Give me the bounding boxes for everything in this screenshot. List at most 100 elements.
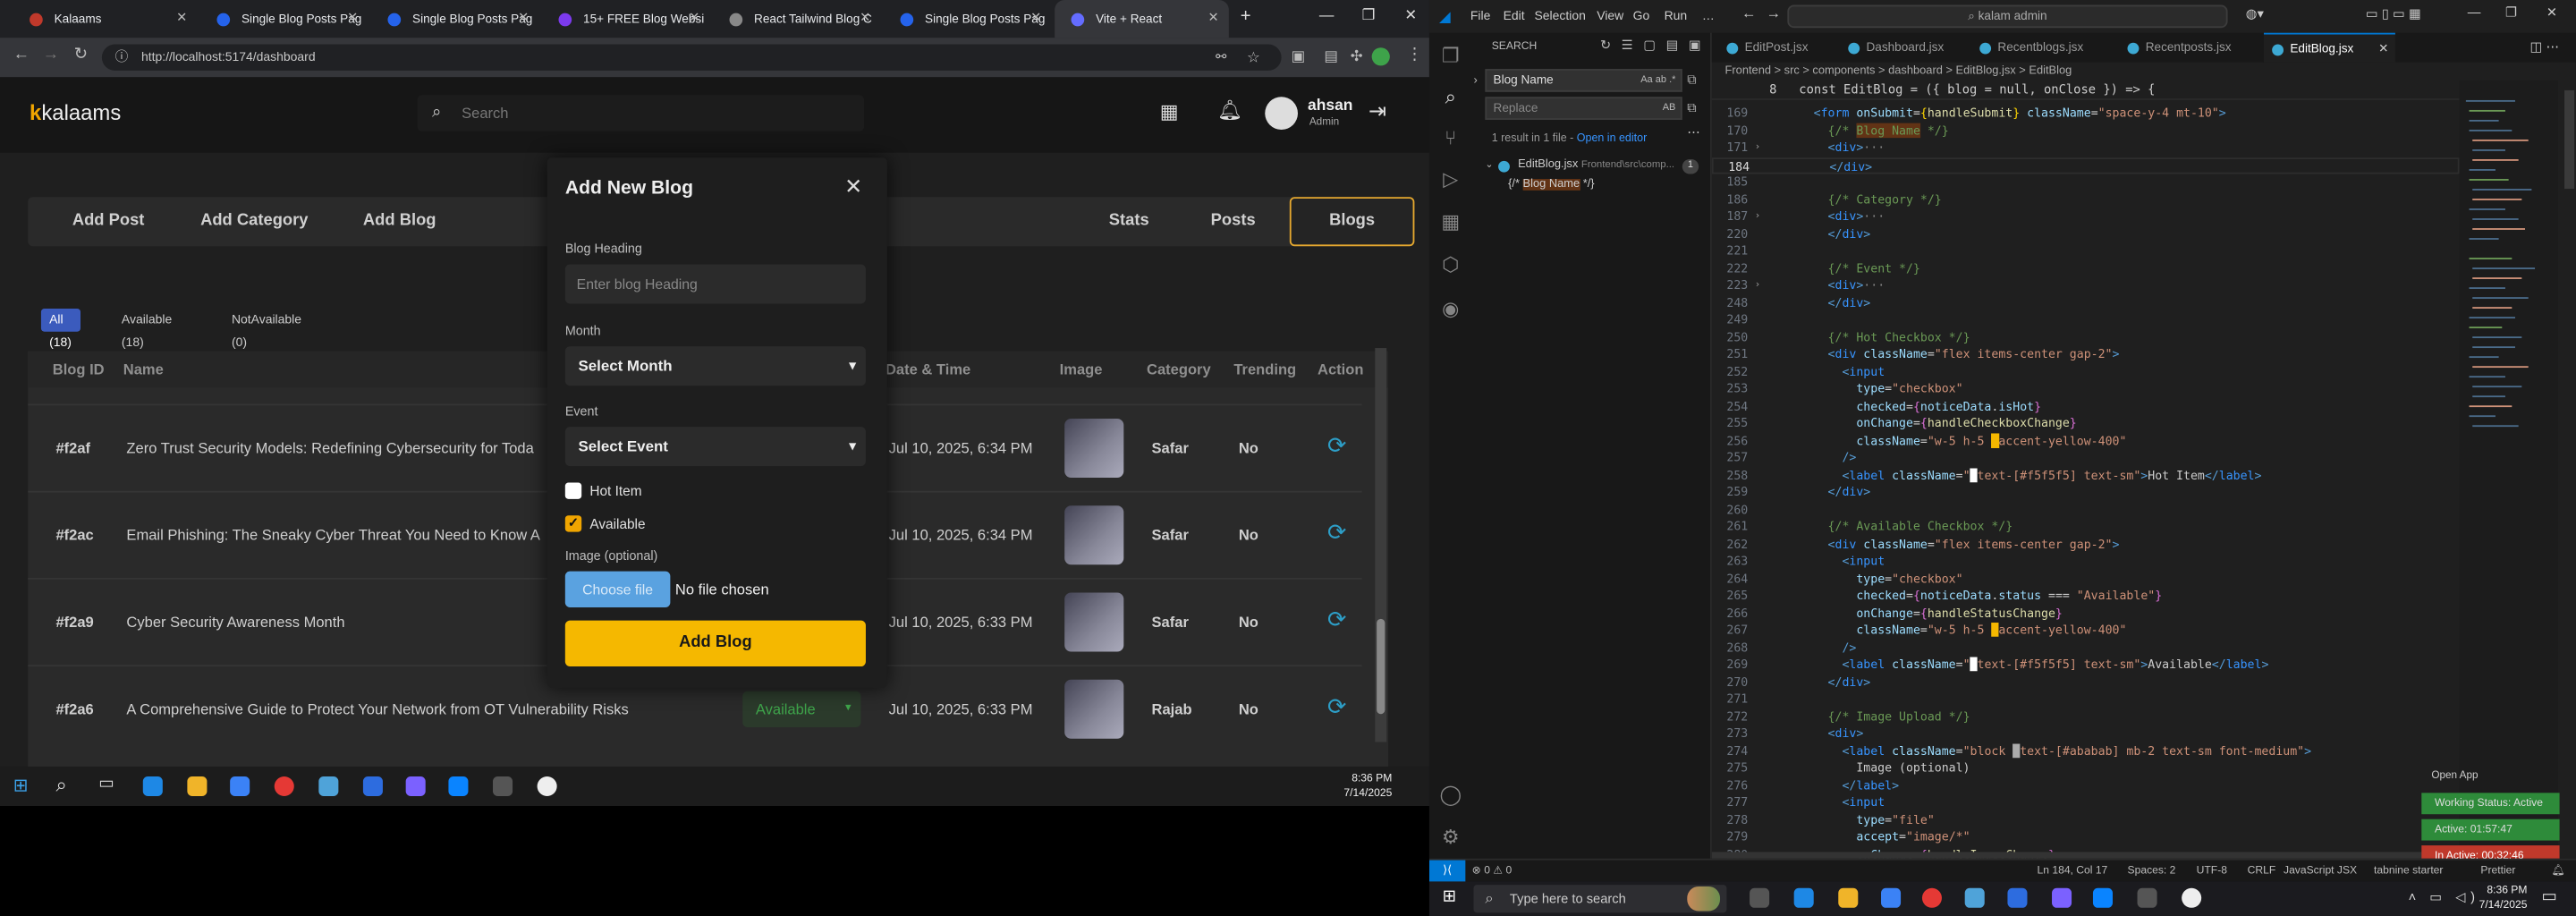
explorer-icon[interactable]: ❐	[1439, 45, 1462, 68]
guest-clock[interactable]: 8:36 PM 7/14/2025	[1343, 771, 1392, 801]
extensions-puzzle-icon[interactable]: ✣	[1351, 47, 1363, 64]
editor-tab[interactable]: EditPost.jsx	[1718, 33, 1836, 63]
terminal-icon[interactable]	[493, 776, 513, 797]
account-icon[interactable]: ◯	[1439, 783, 1462, 806]
editor-tab[interactable]: Recentblogs.jsx	[1971, 33, 2116, 63]
remote-explorer-icon[interactable]: ⬡	[1439, 253, 1462, 276]
column-header[interactable]: Date & Time	[886, 352, 970, 387]
file-explorer-icon[interactable]	[1838, 887, 1859, 908]
column-header[interactable]: Name	[123, 352, 164, 387]
close-window-icon[interactable]: ✕	[2546, 5, 2557, 21]
back-icon[interactable]: ←	[1741, 5, 1757, 21]
windows-start-icon[interactable]: ⊞	[13, 775, 29, 796]
breadcrumb[interactable]: Frontend > src > components > dashboard …	[1725, 63, 2072, 81]
replace-all-icon[interactable]: AB	[1663, 98, 1676, 118]
available-checkbox[interactable]: ✓	[564, 515, 582, 532]
browser-tab[interactable]: 15+ FREE Blog Websi ✕	[542, 0, 709, 38]
menu-selection[interactable]: Selection	[1534, 0, 1585, 33]
search-input[interactable]: ⌕ Search	[417, 95, 865, 131]
open-app-link[interactable]: Open App	[2431, 770, 2478, 782]
host-clock[interactable]: 8:36 PM 7/14/2025	[2479, 885, 2528, 912]
prettier-status[interactable]: Prettier	[2480, 861, 2515, 882]
refresh-icon[interactable]: ⟳	[1327, 692, 1347, 720]
more-icon[interactable]: ⋯	[1687, 124, 1700, 140]
nav-blogs[interactable]: Blogs	[1289, 197, 1415, 247]
extension-icon[interactable]: ▣	[1292, 47, 1306, 64]
search-icon[interactable]: ⌕	[1439, 85, 1462, 108]
profile-avatar-icon[interactable]	[1371, 47, 1390, 66]
editor-tab[interactable]: Recentposts.jsx	[2119, 33, 2260, 63]
forward-icon[interactable]: →	[1766, 5, 1781, 21]
extensions-icon[interactable]: ▦	[1439, 210, 1462, 233]
split-editor-icon[interactable]: ◫ ⋯	[2530, 39, 2560, 55]
column-header[interactable]: Blog ID	[53, 352, 105, 387]
browser-tab[interactable]: Single Blog Posts Pag ✕	[371, 0, 538, 38]
run-debug-icon[interactable]: ▷	[1439, 167, 1462, 191]
add-category-button[interactable]: Add Category	[200, 197, 308, 246]
code-editor[interactable]: 169 <form onSubmit={handleSubmit} classN…	[1711, 99, 2460, 859]
zoom-icon[interactable]	[362, 776, 383, 797]
minimize-icon[interactable]: —	[1319, 6, 1335, 22]
problems-indicator[interactable]: ⊗ 0 ⚠ 0	[1472, 861, 1513, 882]
column-header[interactable]: Category	[1147, 352, 1211, 387]
nav-stats[interactable]: Stats	[1109, 197, 1149, 246]
terminal-icon[interactable]	[2137, 887, 2157, 908]
add-post-button[interactable]: Add Post	[72, 197, 145, 246]
menu-edit[interactable]: Edit	[1504, 0, 1525, 33]
editor-scrollbar[interactable]	[2563, 80, 2576, 859]
column-header[interactable]: Action	[1318, 352, 1363, 387]
notification-center-icon[interactable]: ▭	[2541, 888, 2556, 906]
app-icon[interactable]	[2182, 887, 2202, 908]
search-replace-input[interactable]: Replace AB	[1485, 97, 1682, 120]
logout-icon[interactable]: ⇥	[1368, 98, 1386, 124]
filter-not-available[interactable]: NotAvailable (0)	[224, 309, 309, 350]
new-tab-button[interactable]: +	[1241, 6, 1251, 26]
bookmark-star-icon[interactable]: ☆	[1247, 45, 1260, 71]
app-icon[interactable]	[1964, 887, 1985, 908]
source-control-icon[interactable]: ⑂	[1439, 126, 1462, 149]
windows-start-icon[interactable]: ⊞	[1443, 888, 1456, 906]
close-icon[interactable]: ✕	[844, 174, 862, 200]
hot-item-checkbox[interactable]	[564, 482, 582, 499]
close-tab-icon[interactable]: ✕	[176, 10, 187, 25]
month-select[interactable]: Select Month ▾	[564, 346, 866, 386]
forward-icon[interactable]: →	[43, 47, 59, 64]
command-center[interactable]: ⌕ kalam admin	[1787, 4, 2228, 29]
minimize-icon[interactable]: —	[2468, 5, 2481, 21]
app-icon[interactable]	[318, 776, 339, 797]
notifications-bell-icon[interactable]: 🔔︎	[2551, 861, 2564, 882]
choose-file-button[interactable]: Choose file	[564, 571, 671, 607]
close-tab-icon[interactable]: ✕	[689, 10, 699, 25]
browser-menu-icon[interactable]: ⋮	[1406, 47, 1422, 64]
url-input[interactable]: ⓘ http://localhost:5174/dashboard ⚯ ☆	[101, 44, 1282, 71]
scrollbar-thumb[interactable]	[1377, 618, 1385, 715]
browser-tab[interactable]: Single Blog Posts Pag ✕	[200, 0, 368, 38]
add-blog-submit-button[interactable]: Add Blog	[564, 620, 866, 667]
task-view-icon[interactable]	[1750, 887, 1770, 908]
filter-all[interactable]: All (18)	[40, 308, 80, 350]
browser-tab[interactable]: Kalaams ✕	[13, 0, 198, 38]
sticky-scroll-line[interactable]: 8 const EditBlog = ({ blog = null, onClo…	[1711, 80, 2460, 100]
editor-tab[interactable]: Dashboard.jsx	[1840, 33, 1968, 63]
browser-tab[interactable]: React Tailwind Blog C ✕	[713, 0, 880, 38]
nav-posts[interactable]: Posts	[1211, 197, 1256, 246]
filter-icon[interactable]: ⧉	[1687, 72, 1697, 89]
github-icon[interactable]	[405, 776, 426, 797]
file-explorer-icon[interactable]	[187, 776, 208, 797]
menu-more[interactable]: …	[1702, 0, 1715, 33]
close-tab-icon[interactable]: ✕	[347, 10, 358, 25]
refresh-icon[interactable]: ⟳	[1327, 519, 1347, 547]
chevron-down-icon[interactable]: ›	[1474, 75, 1478, 87]
menu-run[interactable]: Run	[1665, 0, 1688, 33]
table-scrollbar[interactable]	[1375, 348, 1387, 742]
taskbar-search-input[interactable]: ⌕ Type here to search	[1473, 885, 1727, 913]
scrollbar-thumb[interactable]	[2564, 89, 2575, 190]
encoding[interactable]: UTF-8	[2197, 861, 2227, 882]
menu-view[interactable]: View	[1597, 0, 1623, 33]
close-window-icon[interactable]: ✕	[1404, 6, 1417, 24]
site-info-icon[interactable]: ⓘ	[115, 45, 129, 71]
task-view-icon[interactable]: ▭	[98, 775, 114, 793]
extension-icon[interactable]: ▤	[1324, 47, 1338, 64]
replace-icon[interactable]: ⧉	[1687, 100, 1697, 116]
status-select[interactable]: Available ▾	[742, 691, 861, 727]
